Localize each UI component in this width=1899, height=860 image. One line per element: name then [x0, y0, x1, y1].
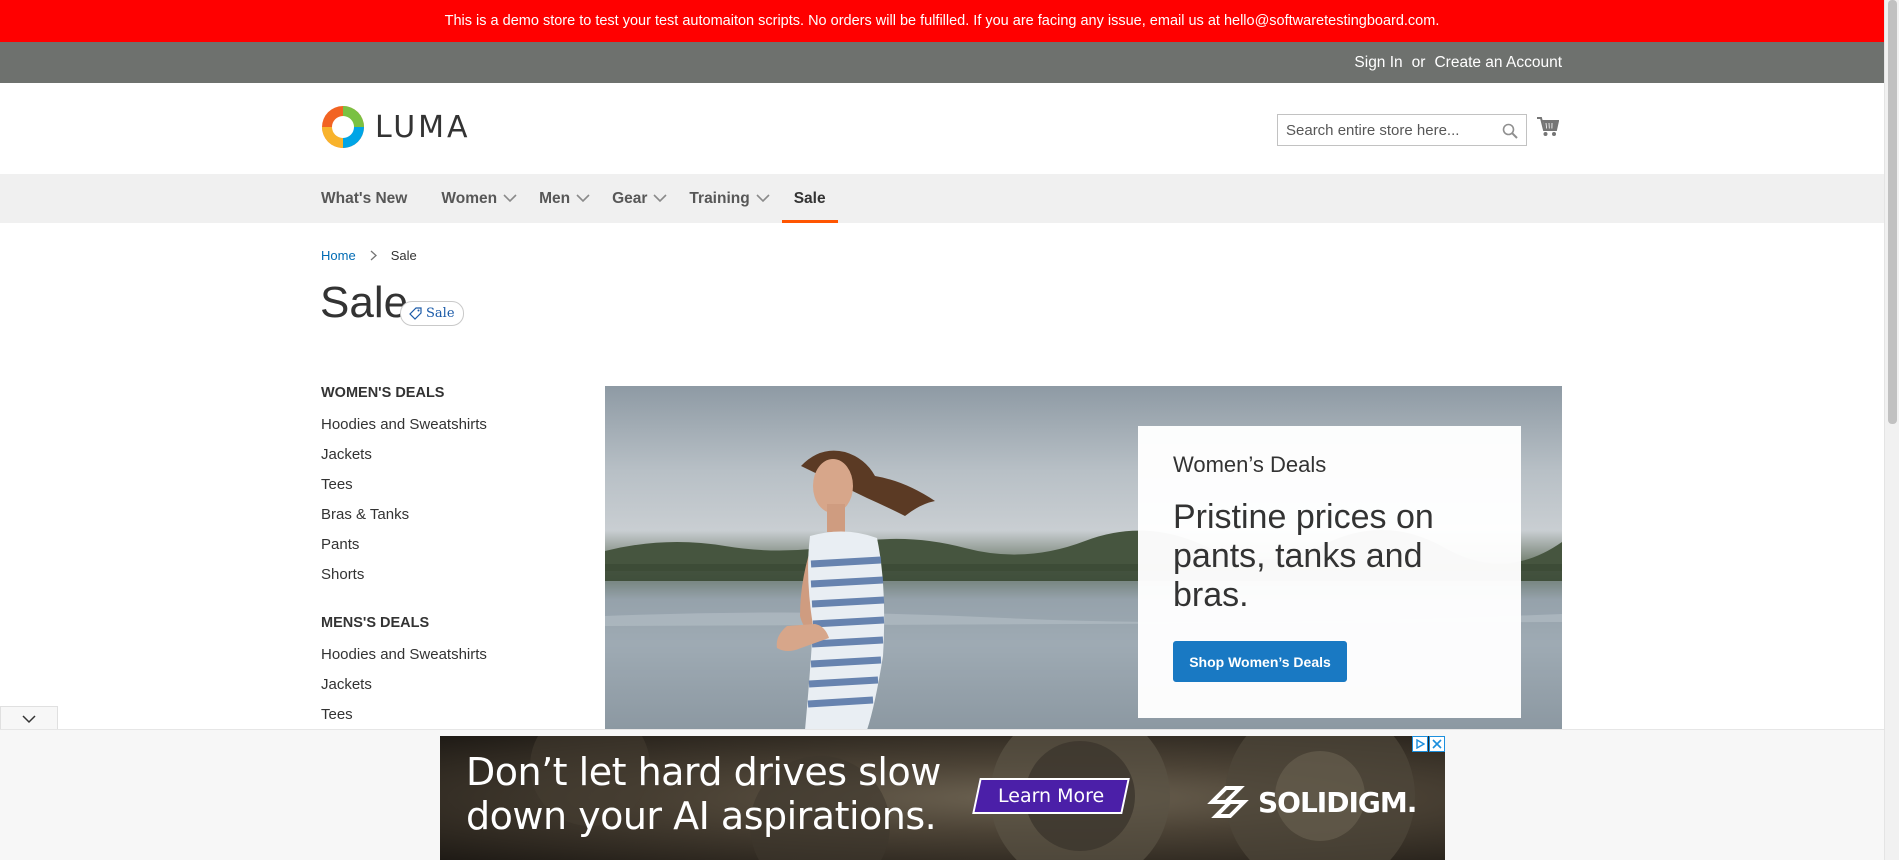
sidebar-item-women-pants[interactable]: Pants [321, 535, 581, 565]
nav-item-label: Gear [612, 189, 648, 207]
ad-banner[interactable]: Don’t let hard drives slow down your AI … [440, 736, 1445, 860]
promo-headline: Pristine prices on pants, tanks and bras… [1173, 498, 1486, 615]
ad-learn-more-label: Learn More [997, 785, 1105, 807]
breadcrumb: Home Sale [321, 248, 417, 263]
chevron-down-icon [653, 194, 667, 203]
solidigm-logo-icon [1207, 786, 1249, 818]
mens-deals-list: Hoodies and Sweatshirts Jackets Tees [321, 645, 581, 735]
nav-item-label: Training [689, 189, 750, 207]
panel-header: Sign In or Create an Account [0, 42, 1884, 83]
header-links: Sign In or Create an Account [1354, 42, 1562, 83]
sidebar-item-women-bras-tanks[interactable]: Bras & Tanks [321, 505, 581, 535]
sidebar-item-women-tees[interactable]: Tees [321, 475, 581, 505]
nav-item-label: What's New [321, 189, 408, 207]
sidebar-item-women-hoodies[interactable]: Hoodies and Sweatshirts [321, 415, 581, 445]
nav-item-whats-new[interactable]: What's New [321, 174, 407, 223]
search-icon[interactable] [1502, 123, 1518, 144]
scrollbar-thumb[interactable] [1888, 0, 1897, 424]
ad-collapse-toggle[interactable] [0, 706, 58, 731]
adchoices-icon[interactable] [1412, 736, 1428, 752]
womens-deals-heading: WOMEN'S DEALS [321, 385, 445, 401]
demo-notice-text: This is a demo store to test your test a… [444, 13, 1440, 29]
shop-womens-deals-button[interactable]: Shop Women’s Deals [1173, 641, 1347, 682]
breadcrumb-current: Sale [390, 248, 417, 263]
header-main: LUMA [0, 83, 1884, 174]
promo-headline-line: pants, tanks and [1173, 537, 1423, 575]
luma-logo-icon [322, 106, 364, 148]
ad-learn-more-button[interactable]: Learn More [972, 778, 1130, 814]
close-ad-icon[interactable] [1429, 736, 1445, 752]
create-account-link[interactable]: Create an Account [1434, 54, 1562, 72]
mens-deals-heading: MENS'S DEALS [321, 615, 430, 631]
ad-headline-line: Don’t let hard drives slow [466, 750, 941, 794]
promo-title: Women’s Deals [1173, 452, 1327, 477]
ad-brand-text: SOLIDIGM. [1258, 785, 1417, 819]
womens-deals-list: Hoodies and Sweatshirts Jackets Tees Bra… [321, 415, 581, 595]
promo-headline-line: bras. [1173, 576, 1249, 614]
ad-brand-logo: SOLIDIGM. [1206, 780, 1417, 824]
nav-item-label: Women [441, 189, 498, 207]
ad-choices [1412, 736, 1445, 752]
logo-text: LUMA [375, 109, 471, 145]
nav-item-men[interactable]: Men [539, 174, 590, 223]
nav-item-women[interactable]: Women [441, 174, 517, 223]
chevron-right-icon [370, 250, 377, 261]
nav-item-label: Sale [793, 189, 826, 207]
chevron-down-icon [22, 714, 36, 723]
sale-tag-badge[interactable]: Sale [400, 301, 464, 326]
sidebar-item-women-shorts[interactable]: Shorts [321, 565, 581, 595]
sidebar-item-men-hoodies[interactable]: Hoodies and Sweatshirts [321, 645, 581, 675]
promo-headline-line: Pristine prices on [1173, 498, 1434, 536]
tag-icon [409, 307, 422, 320]
sidebar: WOMEN'S DEALS Hoodies and Sweatshirts Ja… [321, 385, 581, 735]
store-logo[interactable]: LUMA [321, 105, 471, 149]
nav-item-training[interactable]: Training [689, 174, 770, 223]
chevron-down-icon [503, 194, 517, 203]
nav-item-sale[interactable]: Sale [781, 174, 838, 223]
chevron-down-icon [576, 194, 590, 203]
sale-tag-label: Sale [426, 306, 455, 321]
search-box [1277, 114, 1527, 146]
ad-headline: Don’t let hard drives slow down your AI … [466, 750, 941, 838]
womens-deals-hero[interactable]: Women’s Deals Pristine prices on pants, … [605, 386, 1562, 730]
sidebar-item-men-jackets[interactable]: Jackets [321, 675, 581, 705]
page-scrollbar[interactable] [1884, 0, 1899, 860]
breadcrumb-home-link[interactable]: Home [321, 248, 356, 263]
cart-icon[interactable] [1537, 117, 1560, 142]
ad-headline-line: down your AI aspirations. [466, 794, 937, 838]
promo-card: Women’s Deals Pristine prices on pants, … [1138, 426, 1521, 718]
page-title: Sale [320, 278, 409, 327]
nav-item-gear[interactable]: Gear [612, 174, 667, 223]
main-navigation: What's New Women Men Gear Training Sale [0, 174, 1884, 223]
nav-item-label: Men [539, 189, 571, 207]
chevron-down-icon [756, 194, 770, 203]
demo-notice-banner: This is a demo store to test your test a… [0, 0, 1884, 42]
or-text: or [1411, 53, 1426, 71]
sign-in-link[interactable]: Sign In [1354, 54, 1402, 72]
sidebar-item-women-jackets[interactable]: Jackets [321, 445, 581, 475]
search-input[interactable] [1278, 115, 1488, 145]
